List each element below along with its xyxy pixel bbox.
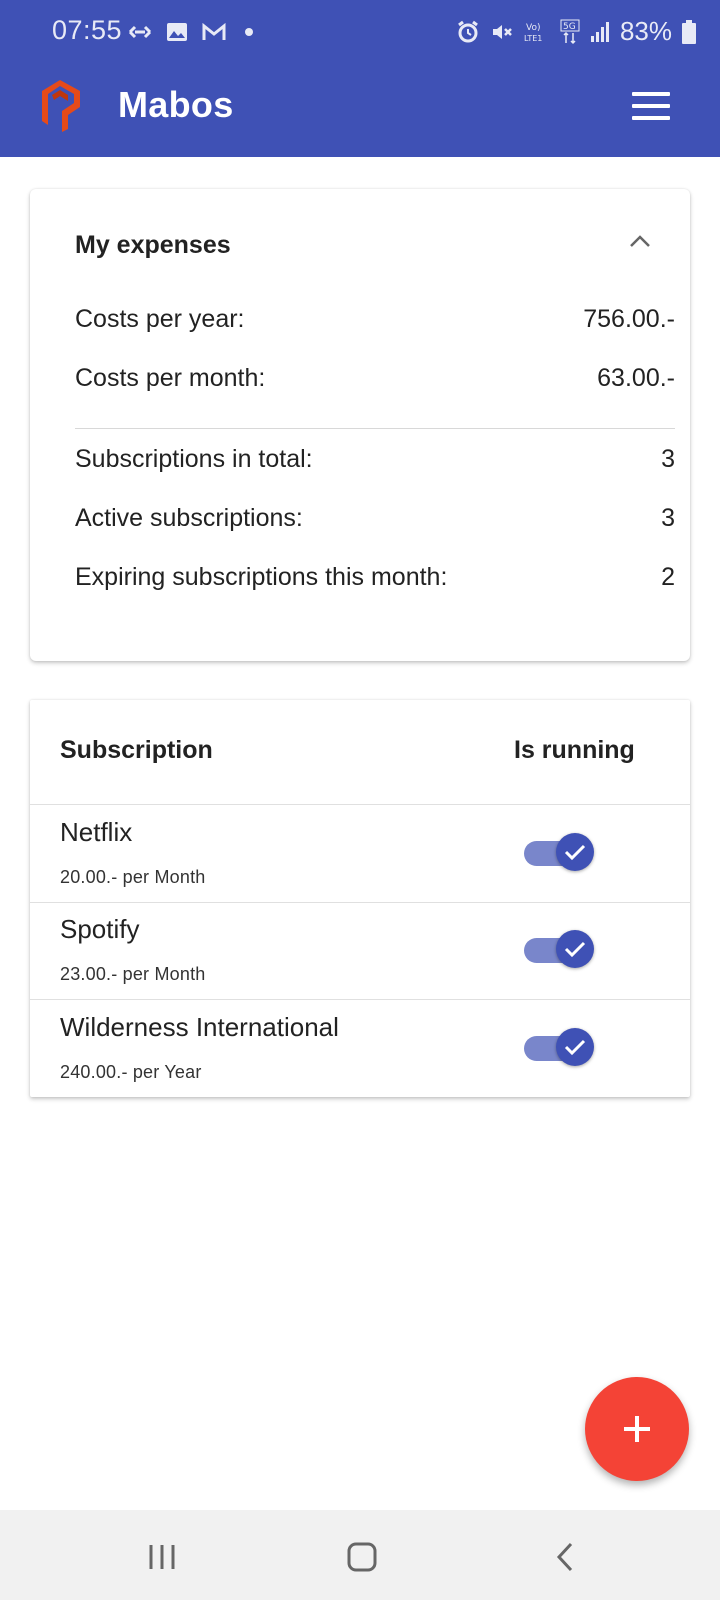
expense-row-costs-month: Costs per month: 63.00.- (75, 364, 675, 393)
expenses-title: My expenses (75, 231, 231, 259)
check-icon (564, 1039, 586, 1056)
table-row[interactable]: Netflix 20.00.- per Month (30, 805, 690, 903)
signal-icon (590, 18, 610, 46)
gmail-icon (202, 18, 226, 46)
expense-value: 756.00.- (583, 305, 675, 333)
subscription-price: 240.00.- per Year (60, 1062, 202, 1082)
running-toggle[interactable] (524, 1028, 596, 1068)
menu-button[interactable] (632, 92, 670, 122)
recent-apps-button[interactable] (142, 1540, 182, 1574)
table-header: Subscription Is running (30, 700, 690, 805)
svg-text:LTE1: LTE1 (524, 34, 542, 43)
image-icon (166, 18, 188, 46)
subscription-name: Wilderness International (60, 1012, 339, 1042)
expenses-divider (75, 428, 675, 429)
expense-label: Costs per year: (75, 305, 245, 333)
expense-row-subs-expiring: Expiring subscriptions this month: 2 (75, 563, 675, 592)
plus-icon (624, 1416, 650, 1442)
expense-label: Costs per month: (75, 364, 266, 392)
alarm-icon (456, 18, 480, 46)
expense-label: Active subscriptions: (75, 504, 303, 532)
status-bar: 07:55 Vo) LTE1 5G 83% (0, 0, 720, 62)
running-toggle[interactable] (524, 833, 596, 873)
table-row[interactable]: Wilderness International 240.00.- per Ye… (30, 1000, 690, 1097)
system-nav-bar (0, 1510, 720, 1600)
expense-value: 3 (661, 504, 675, 532)
column-header-is-running: Is running (514, 736, 635, 764)
home-button[interactable] (342, 1540, 382, 1574)
battery-percent: 83% (619, 16, 672, 46)
check-icon (564, 941, 586, 958)
back-icon (556, 1542, 573, 1572)
subscription-price: 20.00.- per Month (60, 867, 206, 887)
expense-label: Expiring subscriptions this month: (75, 563, 448, 591)
subscriptions-table: Subscription Is running Netflix 20.00.- … (30, 700, 690, 1097)
expense-value: 3 (661, 445, 675, 473)
top-bar: 07:55 Vo) LTE1 5G 83% Mabos (0, 0, 720, 157)
chevron-up-icon[interactable] (628, 233, 652, 249)
link-icon (128, 18, 152, 46)
svg-text:5G: 5G (563, 22, 576, 32)
subscription-name: Spotify (60, 914, 140, 944)
mute-icon (490, 18, 514, 46)
expense-row-subs-active: Active subscriptions: 3 (75, 504, 675, 533)
app-bar: Mabos (0, 62, 720, 157)
recent-apps-icon (149, 1545, 175, 1569)
subscription-price: 23.00.- per Month (60, 964, 206, 984)
subscription-name: Netflix (60, 817, 133, 847)
status-time: 07:55 (52, 15, 123, 45)
expense-label: Subscriptions in total: (75, 445, 313, 473)
dot-icon (240, 18, 258, 46)
expense-row-subs-total: Subscriptions in total: 3 (75, 445, 675, 474)
home-icon (347, 1542, 377, 1572)
expense-value: 2 (661, 563, 675, 591)
5g-icon: 5G (560, 18, 580, 46)
expenses-card: My expenses Costs per year: 756.00.- Cos… (30, 189, 690, 661)
running-toggle[interactable] (524, 930, 596, 970)
column-header-subscription: Subscription (60, 736, 213, 764)
svg-text:Vo): Vo) (526, 23, 540, 33)
mabos-logo-icon (38, 77, 88, 133)
check-icon (564, 844, 586, 861)
back-button[interactable] (545, 1540, 585, 1574)
volte-icon: Vo) LTE1 (524, 18, 550, 46)
table-row[interactable]: Spotify 23.00.- per Month (30, 902, 690, 1000)
app-title: Mabos (118, 84, 234, 125)
expense-value: 63.00.- (597, 364, 675, 392)
expense-row-costs-year: Costs per year: 756.00.- (75, 305, 675, 334)
battery-icon (682, 18, 696, 46)
add-subscription-button[interactable] (585, 1377, 689, 1481)
hamburger-icon (632, 92, 670, 96)
